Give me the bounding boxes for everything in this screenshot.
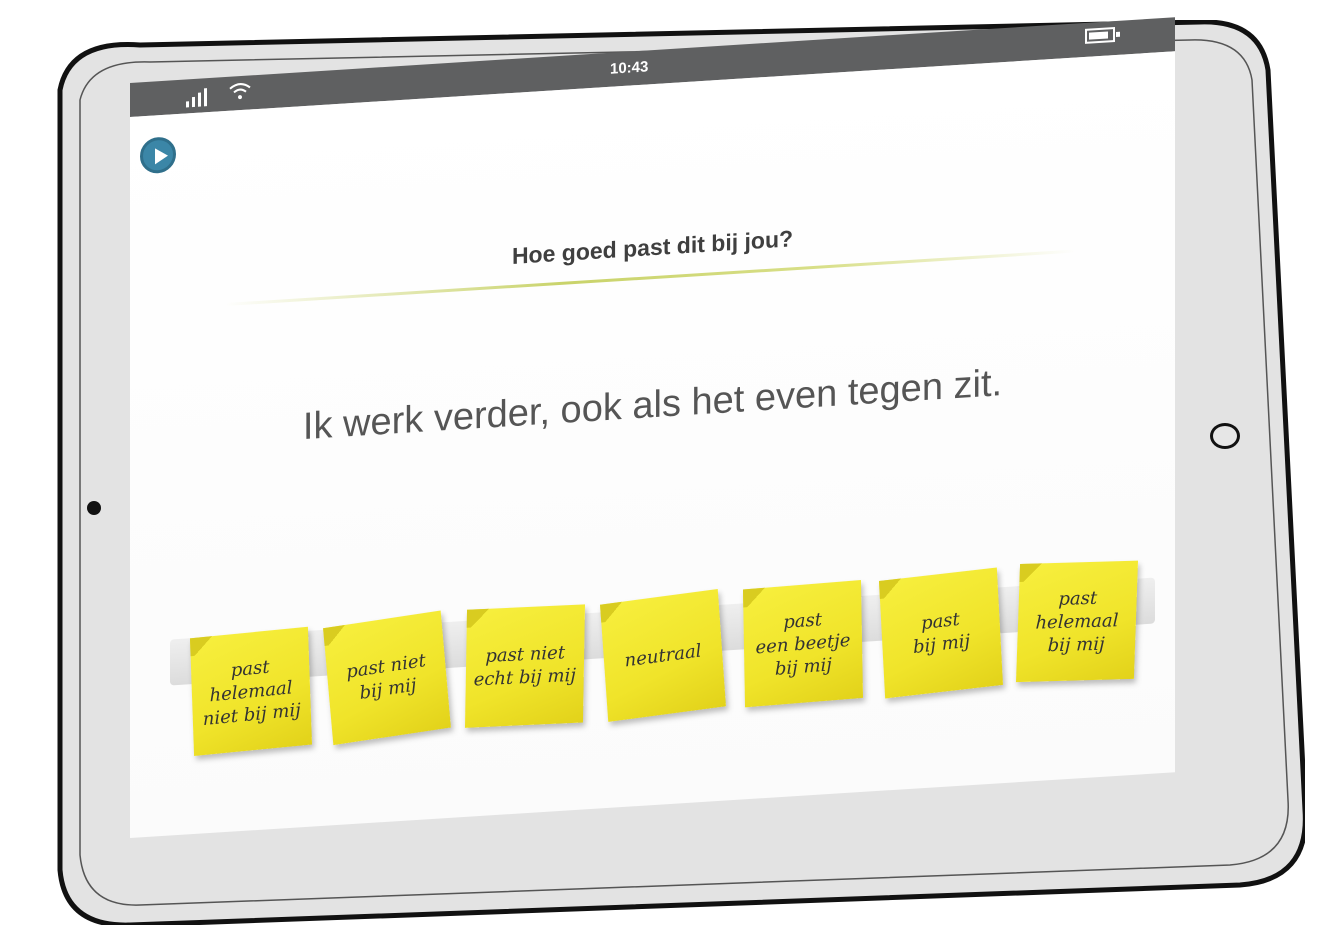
status-time: 10:43 [610,58,649,78]
answer-note-1[interactable]: past helemaal niet bij mij [189,626,313,756]
app-screen: Hoe goed past dit bij jou? Ik werk verde… [130,51,1175,839]
answer-note-4[interactable]: neutraal [600,589,726,722]
home-button[interactable] [1210,423,1240,449]
play-button[interactable] [140,136,176,175]
camera-dot [87,501,101,515]
answer-note-7[interactable]: past helemaal bij mij [1015,560,1139,683]
question-statement: Ik werk verder, ook als het even tegen z… [302,362,1003,449]
signal-bars-icon [186,88,207,108]
battery-icon [1085,27,1115,44]
wifi-icon [229,83,251,100]
question-title: Hoe goed past dit bij jou? [511,225,794,269]
answer-note-3[interactable]: past niet echt bij mij [464,604,586,728]
answer-note-5[interactable]: past een beetje bij mij [742,579,864,708]
answer-note-2[interactable]: past niet bij mij [323,610,451,746]
answer-note-6[interactable]: past bij mij [878,567,1004,699]
device-screen: 10:43 Hoe goed past dit bij jou? Ik werk… [130,17,1175,839]
